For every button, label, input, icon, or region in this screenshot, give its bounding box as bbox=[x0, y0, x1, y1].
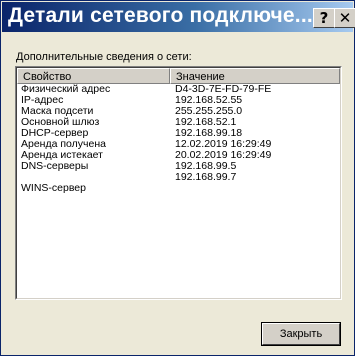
network-connection-details-dialog: Детали сетевого подключе... ? ✕ Дополнит… bbox=[0, 0, 355, 356]
property-cell: WINS-сервер bbox=[21, 182, 86, 194]
help-button[interactable]: ? bbox=[313, 8, 335, 28]
value-cell: 192.168.99.7 bbox=[175, 171, 237, 183]
close-button[interactable]: Закрыть bbox=[261, 322, 341, 346]
details-list-view[interactable]: Свойство Значение Физический адрес D4-3D… bbox=[15, 66, 342, 300]
close-icon: ✕ bbox=[338, 9, 352, 27]
table-row[interactable]: WINS-сервер bbox=[17, 183, 340, 194]
title-close-button[interactable]: ✕ bbox=[334, 8, 355, 28]
property-cell: DNS-серверы bbox=[21, 160, 89, 172]
details-rows: Физический адрес D4-3D-7E-FD-79-FE IP-ад… bbox=[17, 84, 340, 194]
title-bar[interactable]: Детали сетевого подключе... ? ✕ bbox=[2, 2, 355, 32]
column-header-property[interactable]: Свойство bbox=[17, 68, 170, 84]
column-header-value[interactable]: Значение bbox=[170, 68, 340, 84]
help-icon: ? bbox=[319, 9, 329, 27]
section-label: Дополнительные сведения о сети: bbox=[16, 51, 192, 63]
window-title: Детали сетевого подключе... bbox=[8, 4, 313, 27]
